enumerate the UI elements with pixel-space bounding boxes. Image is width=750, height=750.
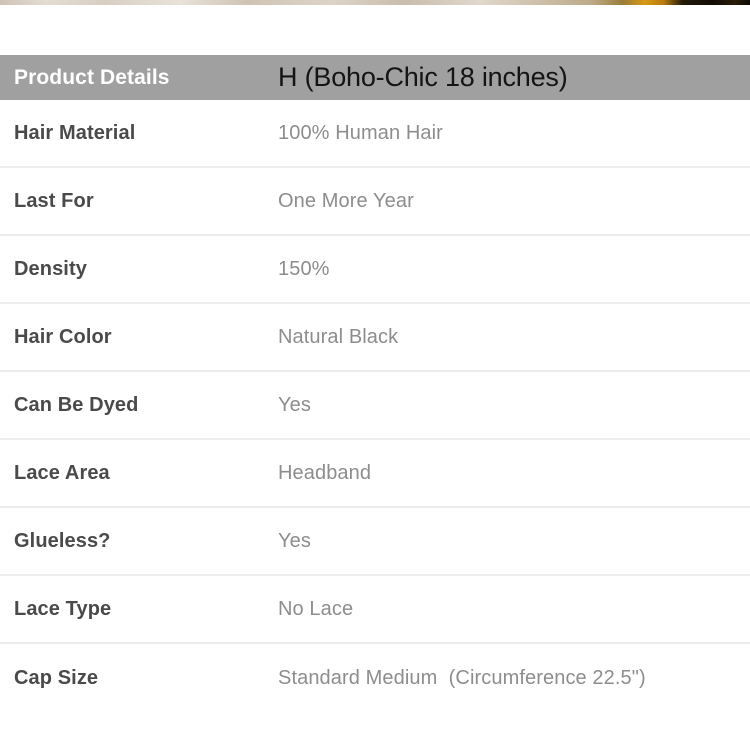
row-value: Natural Black [278, 326, 399, 348]
row-label: Can Be Dyed [14, 394, 139, 416]
row-value: Standard Medium (Circumference 22.5") [278, 667, 646, 689]
row-label: Glueless? [14, 530, 111, 552]
row-label: Lace Type [14, 598, 112, 620]
table-row: Hair Color Natural Black [0, 304, 750, 372]
row-label: Lace Area [14, 462, 110, 484]
table-row: Lace Area Headband [0, 440, 750, 508]
row-label: Cap Size [14, 667, 99, 689]
row-value: Headband [278, 462, 372, 484]
row-label: Hair Material [14, 122, 136, 144]
row-value: One More Year [278, 190, 414, 212]
row-label: Last For [14, 190, 94, 212]
row-value: Yes [278, 530, 311, 552]
table-header-product-title: H (Boho-Chic 18 inches) [278, 62, 568, 92]
product-details-table: Product Details H (Boho-Chic 18 inches) … [0, 55, 750, 712]
table-row: Density 150% [0, 236, 750, 304]
row-value: Yes [278, 394, 311, 416]
table-row: Hair Material 100% Human Hair [0, 100, 750, 168]
row-value: 100% Human Hair [278, 122, 443, 144]
table-header-row: Product Details H (Boho-Chic 18 inches) [0, 55, 750, 100]
row-value: 150% [278, 258, 330, 280]
table-row: Last For One More Year [0, 168, 750, 236]
product-details-page: Product Details H (Boho-Chic 18 inches) … [0, 0, 750, 750]
table-row: Lace Type No Lace [0, 576, 750, 644]
table-row: Glueless? Yes [0, 508, 750, 576]
row-label: Hair Color [14, 326, 112, 348]
row-value: No Lace [278, 598, 354, 620]
table-header-label: Product Details [14, 66, 170, 89]
row-label: Density [14, 258, 87, 280]
table-row: Can Be Dyed Yes [0, 372, 750, 440]
table-row: Cap Size Standard Medium (Circumference … [0, 644, 750, 712]
top-photo-strip [0, 0, 750, 5]
